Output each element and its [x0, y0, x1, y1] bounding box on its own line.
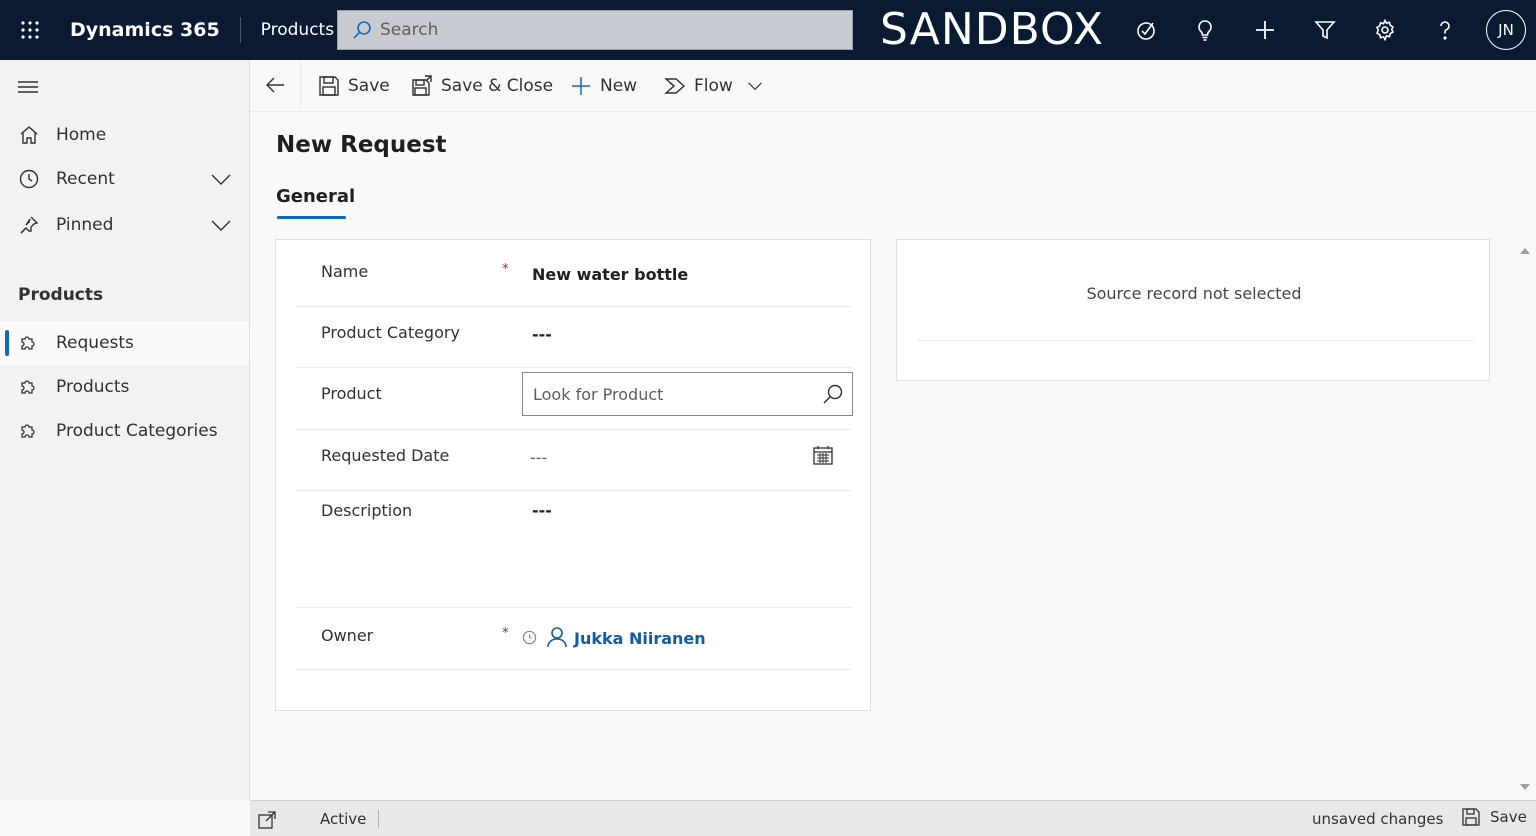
- field-label: Product: [321, 384, 382, 403]
- footer-save-label: Save: [1490, 808, 1527, 826]
- scroll-up-arrow-icon[interactable]: [1519, 246, 1531, 256]
- status-bar: Active unsaved changes Save: [250, 800, 1536, 836]
- puzzle-icon: [18, 376, 40, 398]
- description-field[interactable]: ---: [532, 501, 552, 520]
- left-navigation: Home Recent Pinned Products Requests Pro…: [0, 60, 250, 800]
- help-icon[interactable]: [1429, 14, 1461, 46]
- chevron-down-icon: [748, 82, 762, 91]
- sidebar-item-label: Recent: [56, 169, 115, 189]
- back-arrow-icon[interactable]: [264, 74, 290, 100]
- settings-icon[interactable]: [1369, 14, 1401, 46]
- tab-general[interactable]: General: [276, 186, 355, 207]
- home-icon: [18, 124, 40, 146]
- save-and-close-button[interactable]: Save & Close: [411, 60, 553, 112]
- filter-icon[interactable]: [1309, 14, 1341, 46]
- footer-save-button[interactable]: Save: [1462, 808, 1527, 826]
- search-input[interactable]: [380, 20, 820, 40]
- chevron-down-icon[interactable]: [210, 169, 232, 189]
- field-label: Name: [321, 262, 369, 281]
- flow-icon: [664, 78, 686, 94]
- calendar-icon[interactable]: [812, 444, 834, 466]
- field-label: Product Category: [321, 323, 460, 342]
- sidebar-item-label: Pinned: [56, 215, 114, 235]
- field-label: Owner: [321, 626, 374, 645]
- sidebar-item-label: Home: [56, 125, 107, 145]
- pin-icon: [18, 214, 40, 236]
- new-button[interactable]: New: [570, 60, 637, 112]
- save-close-icon: [412, 75, 432, 96]
- empty-state-message: Source record not selected: [1086, 284, 1302, 303]
- search-icon[interactable]: [822, 383, 844, 405]
- sidebar-item-recent[interactable]: Recent: [0, 157, 249, 201]
- save-close-label: Save & Close: [441, 76, 554, 96]
- tab-active-indicator: [277, 216, 346, 219]
- person-icon: [547, 627, 567, 648]
- global-search[interactable]: [337, 10, 853, 50]
- field-label: Description: [321, 501, 413, 520]
- name-field[interactable]: New water bottle: [532, 265, 688, 284]
- command-bar: Save Save & Close New Flow: [250, 60, 1536, 112]
- sidebar-group-title: Products: [18, 285, 104, 305]
- sidebar-item-requests[interactable]: Requests: [0, 321, 249, 365]
- plus-icon[interactable]: [1249, 14, 1281, 46]
- required-indicator: *: [502, 262, 509, 277]
- sidebar-item-products[interactable]: Products: [0, 365, 249, 409]
- app-title[interactable]: Dynamics 365: [60, 17, 241, 43]
- open-in-new-window-icon[interactable]: [258, 811, 276, 829]
- product-lookup-input[interactable]: [533, 384, 803, 404]
- product-category-field[interactable]: ---: [532, 325, 552, 344]
- lightbulb-icon[interactable]: [1189, 14, 1221, 46]
- clock-icon: [18, 168, 40, 190]
- status-icon: [522, 630, 537, 645]
- flow-label: Flow: [694, 76, 733, 96]
- save-icon: [1462, 808, 1480, 826]
- field-row-owner: Owner * Jukka Niiranen: [296, 608, 852, 670]
- field-label: Requested Date: [321, 446, 450, 465]
- divider: [300, 60, 301, 112]
- search-icon: [353, 21, 371, 39]
- sidebar-item-label: Requests: [56, 333, 134, 353]
- task-icon[interactable]: [1130, 14, 1162, 46]
- flow-dropdown[interactable]: [746, 60, 772, 112]
- unsaved-changes-indicator: unsaved changes: [1312, 810, 1444, 828]
- field-row-requested-date: Requested Date ---: [296, 430, 852, 491]
- save-button[interactable]: Save: [318, 60, 390, 112]
- puzzle-icon: [18, 332, 40, 354]
- chevron-down-icon[interactable]: [210, 215, 232, 235]
- sidebar-item-product-categories[interactable]: Product Categories: [0, 409, 249, 453]
- hamburger-menu-icon[interactable]: [18, 80, 38, 94]
- save-label: Save: [348, 76, 390, 96]
- sidebar-item-home[interactable]: Home: [0, 113, 249, 157]
- flow-button[interactable]: Flow: [664, 60, 733, 112]
- field-row-name: Name * New water bottle: [296, 240, 852, 307]
- puzzle-icon: [18, 420, 40, 442]
- user-avatar[interactable]: JN: [1486, 10, 1526, 50]
- page-title: New Request: [276, 132, 447, 158]
- scroll-down-arrow-icon[interactable]: [1519, 782, 1531, 792]
- owner-link[interactable]: Jukka Niiranen: [574, 629, 706, 648]
- record-status: Active: [320, 810, 367, 828]
- save-icon: [319, 76, 339, 96]
- field-row-product: Product: [296, 368, 853, 430]
- field-row-description: Description ---: [296, 491, 852, 608]
- plus-icon: [572, 77, 590, 95]
- product-lookup[interactable]: [522, 372, 853, 416]
- divider: [917, 340, 1473, 341]
- new-label: New: [600, 76, 638, 96]
- required-indicator: *: [502, 626, 509, 641]
- environment-banner: SANDBOX: [880, 4, 1105, 55]
- sidebar-item-pinned[interactable]: Pinned: [0, 203, 249, 247]
- requested-date-field[interactable]: ---: [530, 448, 547, 467]
- waffle-icon[interactable]: [0, 0, 60, 60]
- sidebar-item-label: Products: [56, 377, 130, 397]
- active-indicator: [5, 330, 9, 356]
- divider: [378, 810, 379, 828]
- field-row-product-category: Product Category ---: [296, 307, 852, 368]
- form-section: Name * New water bottle Product Category…: [275, 239, 871, 711]
- sidebar-item-label: Product Categories: [56, 421, 218, 441]
- related-record-panel: Source record not selected: [896, 239, 1490, 381]
